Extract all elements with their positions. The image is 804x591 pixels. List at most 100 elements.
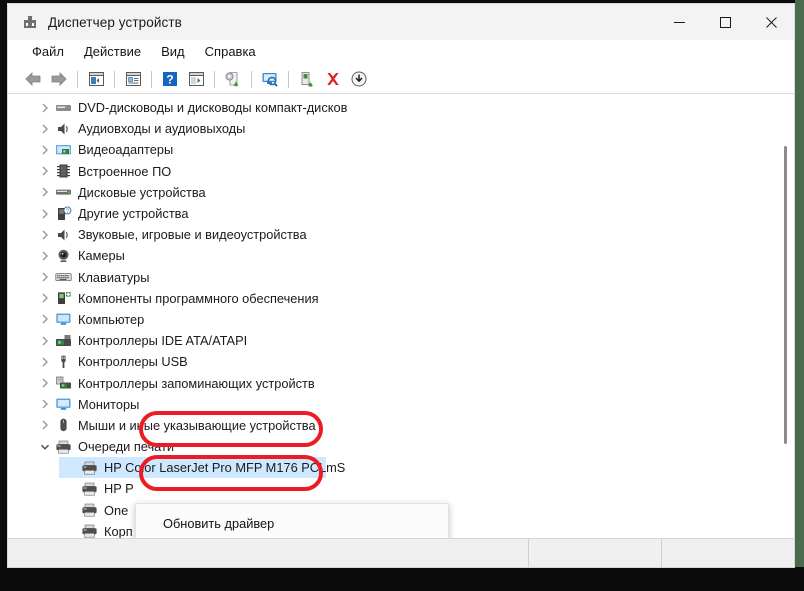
tree-node-label: Дисковые устройства: [78, 184, 206, 200]
scrollbar-thumb[interactable]: [784, 146, 787, 444]
tree-node-label: Встроенное ПО: [78, 163, 172, 179]
scan-hardware-changes-icon[interactable]: [257, 67, 283, 91]
vertical-scrollbar[interactable]: [776, 94, 793, 538]
minimize-button[interactable]: [656, 4, 702, 40]
uninstall-device-icon[interactable]: [320, 67, 346, 91]
camera-icon: [55, 248, 72, 264]
tree-node-label: Звуковые, игровые и видеоустройства: [78, 227, 307, 243]
tree-node[interactable]: DVD-дисководы и дисководы компакт-дисков: [8, 97, 776, 118]
audio-icon: [55, 227, 72, 243]
properties-icon[interactable]: [120, 67, 146, 91]
forward-icon[interactable]: [46, 67, 72, 91]
maximize-button[interactable]: [702, 4, 748, 40]
chevron-right-icon[interactable]: [38, 249, 52, 263]
device-tree[interactable]: DVD-дисководы и дисководы компакт-дисков…: [8, 97, 776, 538]
chevron-right-icon[interactable]: [38, 376, 52, 390]
tree-node[interactable]: Дисковые устройства: [8, 182, 776, 203]
tree-node[interactable]: Клавиатуры: [8, 267, 776, 288]
toolbar-separator: [288, 70, 289, 88]
monitor-icon: [55, 396, 72, 412]
toolbar-separator: [151, 70, 152, 88]
menu-bar: Файл Действие Вид Справка: [8, 40, 794, 65]
tree-node-label: HP P: [104, 481, 134, 497]
chevron-right-icon[interactable]: [38, 143, 52, 157]
chevron-right-icon[interactable]: [38, 270, 52, 284]
storage-controller-icon: [55, 375, 72, 391]
chevron-down-icon[interactable]: [38, 440, 52, 454]
chevron-right-icon[interactable]: [38, 122, 52, 136]
status-bar: [8, 539, 794, 567]
audio-icon: [55, 121, 72, 137]
chevron-right-icon[interactable]: [38, 101, 52, 115]
tree-node[interactable]: Мыши и иные указывающие устройства: [8, 415, 776, 436]
menu-view[interactable]: Вид: [151, 40, 195, 64]
computer-icon: [55, 311, 72, 327]
tree-node-label: Компьютер: [78, 311, 145, 327]
tree-node[interactable]: Мониторы: [8, 394, 776, 415]
back-icon[interactable]: [20, 67, 46, 91]
printer-icon: [81, 523, 98, 538]
tree-node-label: Мыши и иные указывающие устройства: [78, 417, 316, 433]
printer-icon: [81, 502, 98, 518]
tree-node[interactable]: HP P: [8, 478, 776, 499]
chevron-right-icon[interactable]: [38, 397, 52, 411]
tree-node[interactable]: Видеоадаптеры: [8, 139, 776, 160]
close-button[interactable]: [748, 4, 794, 40]
tree-node[interactable]: Аудиовходы и аудиовыходы: [8, 118, 776, 139]
update-driver-icon[interactable]: [220, 67, 246, 91]
view-icon[interactable]: [183, 67, 209, 91]
tree-node[interactable]: Камеры: [8, 245, 776, 266]
tree-node-label: Очереди печати: [78, 439, 174, 455]
tree-node-label: Клавиатуры: [78, 269, 150, 285]
tree-node-label: DVD-дисководы и дисководы компакт-дисков: [78, 100, 348, 116]
enable-device-icon[interactable]: [294, 67, 320, 91]
dvd-drive-icon: [55, 100, 72, 116]
toolbar: ?: [8, 65, 794, 94]
menu-file[interactable]: Файл: [22, 40, 74, 64]
tree-node[interactable]: Звуковые, игровые и видеоустройства: [8, 224, 776, 245]
toolbar-separator: [251, 70, 252, 88]
tree-node[interactable]: Контроллеры USB: [8, 351, 776, 372]
printer-icon: [81, 481, 98, 497]
disk-drive-icon: [55, 184, 72, 200]
chevron-right-icon[interactable]: [38, 312, 52, 326]
help-icon[interactable]: ?: [157, 67, 183, 91]
menu-action[interactable]: Действие: [74, 40, 151, 64]
device-manager-icon: [22, 14, 38, 30]
ctx-update-driver[interactable]: Обновить драйвер: [136, 510, 448, 537]
download-icon[interactable]: [346, 67, 372, 91]
ctx-disable-device[interactable]: Отключить устройство: [136, 537, 448, 538]
tree-node[interactable]: Компоненты программного обеспечения: [8, 288, 776, 309]
firmware-icon: [55, 163, 72, 179]
chevron-right-icon[interactable]: [38, 228, 52, 242]
tree-node[interactable]: ? Другие устройства: [8, 203, 776, 224]
tree-node[interactable]: Встроенное ПО: [8, 161, 776, 182]
tree-node-label: Контроллеры USB: [78, 354, 188, 370]
tree-node[interactable]: Контроллеры IDE ATA/ATAPI: [8, 330, 776, 351]
menu-help[interactable]: Справка: [195, 40, 266, 64]
ide-controller-icon: [55, 333, 72, 349]
chevron-right-icon[interactable]: [38, 291, 52, 305]
toolbar-separator: [77, 70, 78, 88]
chevron-right-icon[interactable]: [38, 207, 52, 221]
tree-node[interactable]: Контроллеры запоминающих устройств: [8, 372, 776, 393]
keyboard-icon: [55, 269, 72, 285]
printer-icon: [81, 460, 98, 476]
chevron-right-icon[interactable]: [38, 185, 52, 199]
window-controls: [656, 4, 794, 40]
display-adapter-icon: [55, 142, 72, 158]
context-menu: Обновить драйвер Отключить устройство Уд…: [135, 503, 449, 538]
tree-node-label: Контроллеры запоминающих устройств: [78, 375, 315, 391]
chevron-right-icon[interactable]: [38, 355, 52, 369]
device-tree-panel: DVD-дисководы и дисководы компакт-дисков…: [8, 94, 794, 539]
show-hide-console-tree-icon[interactable]: [83, 67, 109, 91]
tree-node-print-queues[interactable]: Очереди печати: [8, 436, 776, 457]
tree-node-label: HP Color LaserJet Pro MFP M176 PCLmS: [104, 460, 346, 476]
chevron-right-icon[interactable]: [38, 334, 52, 348]
tree-node[interactable]: Компьютер: [8, 309, 776, 330]
chevron-right-icon[interactable]: [38, 164, 52, 178]
title-bar: Диспетчер устройств: [8, 4, 794, 40]
chevron-right-icon[interactable]: [38, 418, 52, 432]
window-title: Диспетчер устройств: [48, 14, 182, 30]
tree-node-selected-printer[interactable]: HP Color LaserJet Pro MFP M176 PCLmS: [8, 457, 776, 479]
